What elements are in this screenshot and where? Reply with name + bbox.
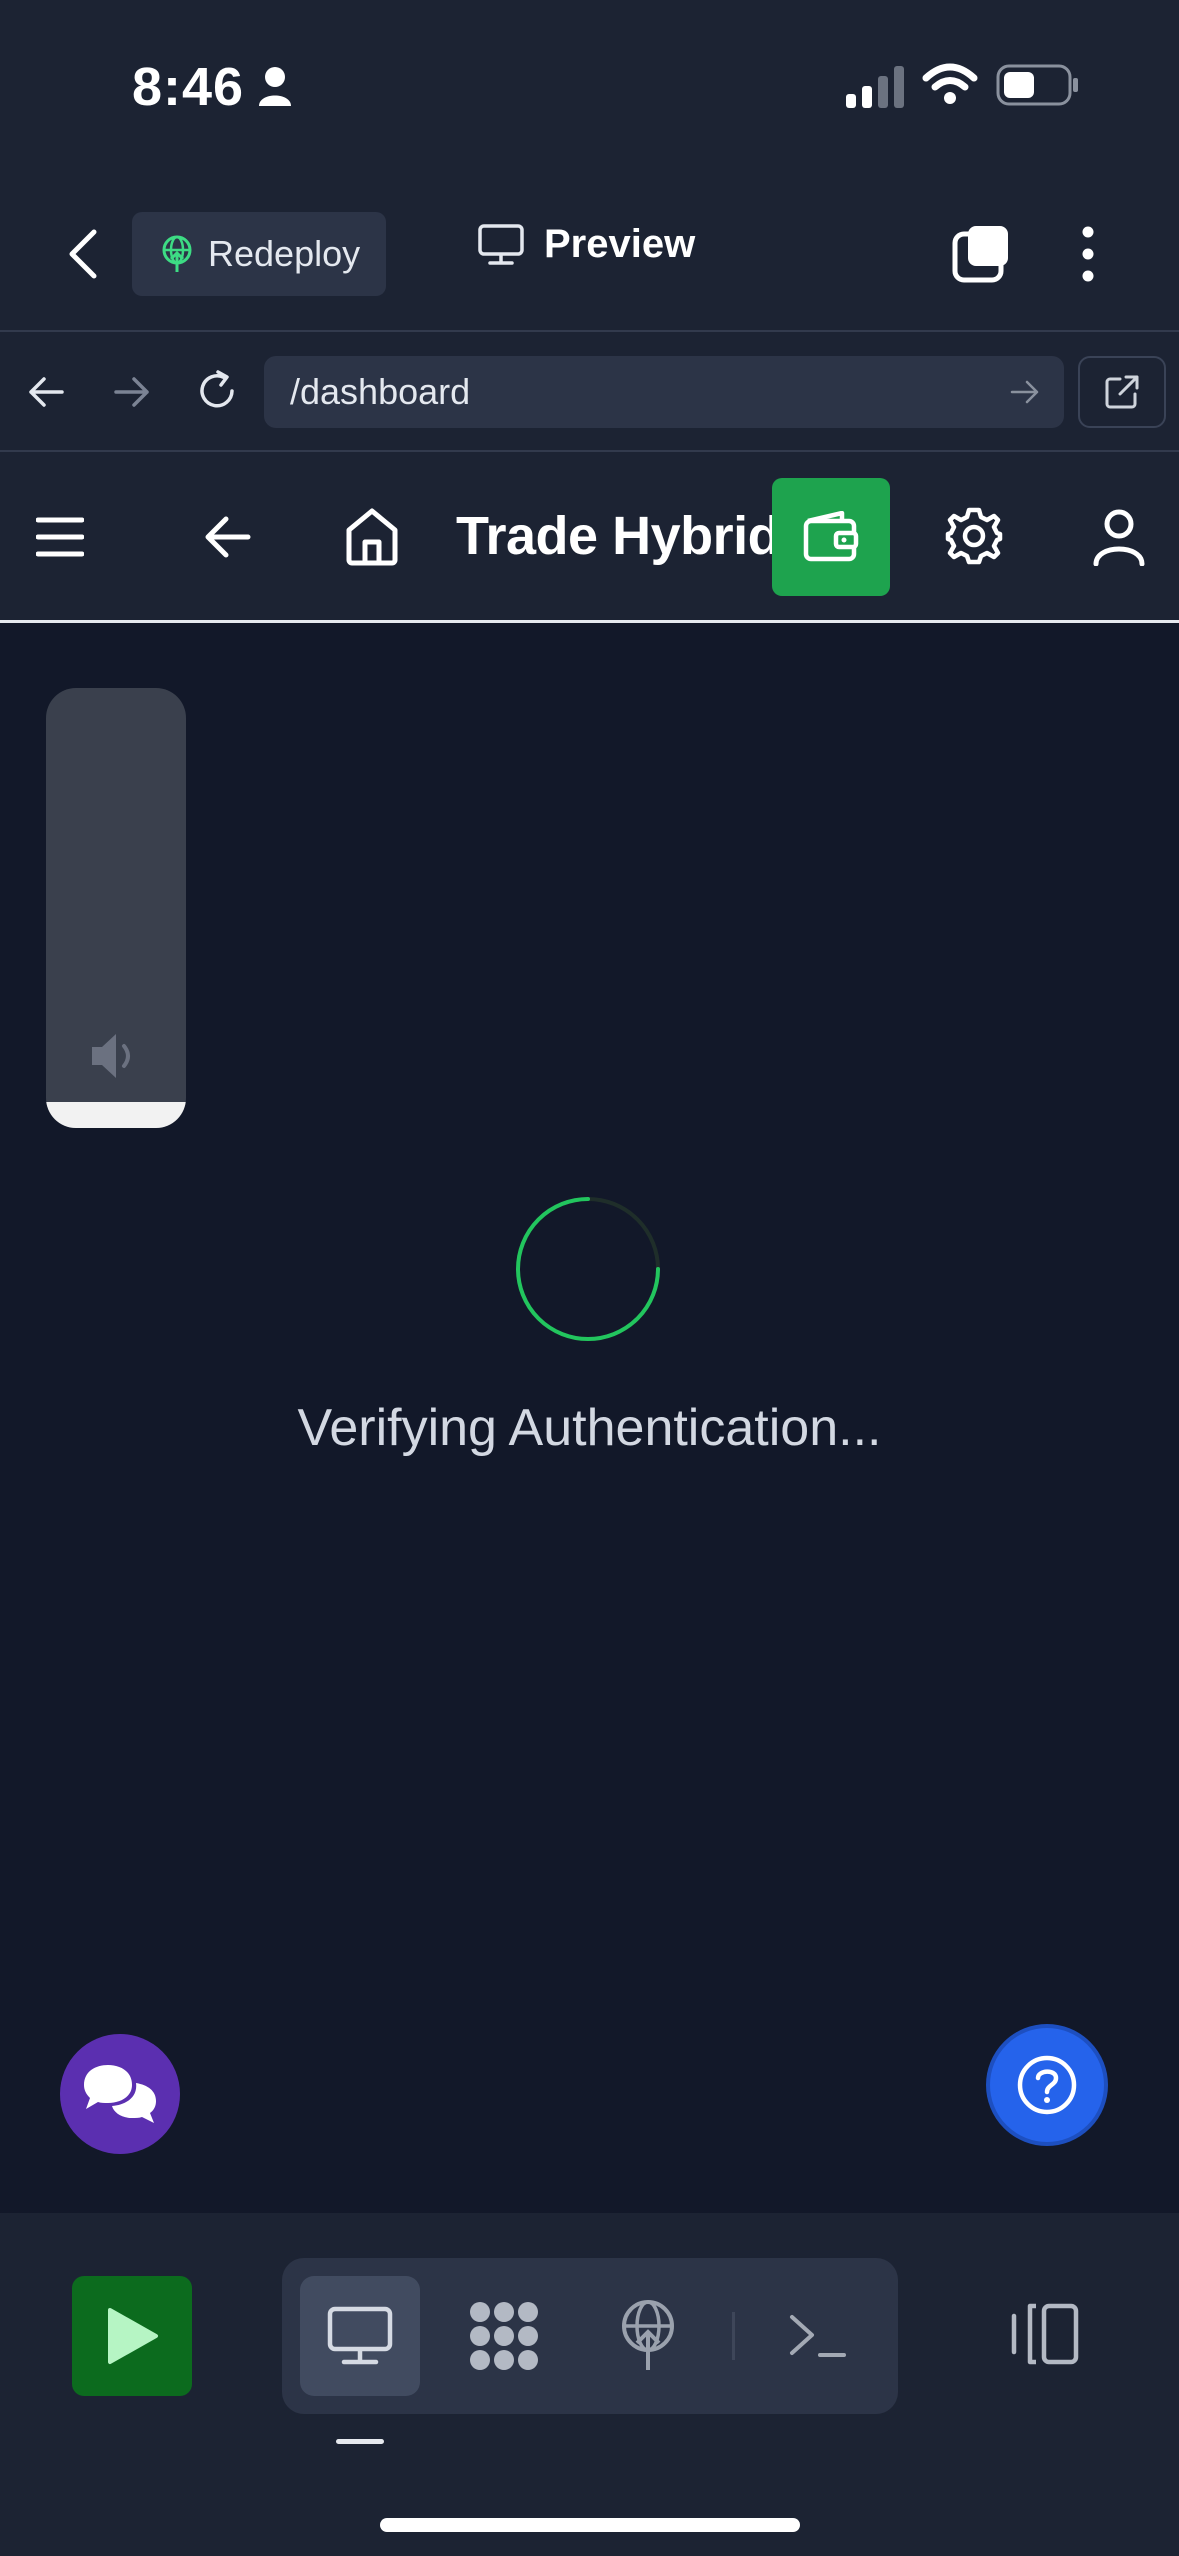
back-arrow-icon[interactable] (204, 512, 252, 562)
url-path: /dashboard (290, 371, 471, 412)
wallet-button[interactable] (772, 478, 890, 596)
tool-separator (732, 2312, 735, 2360)
wallet-icon (802, 511, 860, 563)
active-tab-indicator (336, 2439, 384, 2444)
deploy-tool-button[interactable] (588, 2276, 708, 2396)
browser-forward-icon[interactable] (112, 372, 152, 412)
webview-tool-button[interactable] (300, 2276, 420, 2396)
play-icon (104, 2306, 160, 2366)
go-arrow-icon[interactable] (1010, 378, 1040, 406)
chat-bubbles-icon (80, 2061, 160, 2127)
divider (0, 330, 1179, 332)
browser-back-icon[interactable] (26, 372, 66, 412)
user-icon[interactable] (1092, 508, 1146, 566)
apps-tool-button[interactable] (444, 2276, 564, 2396)
preview-tab[interactable]: Preview (478, 222, 695, 267)
settings-gear-icon[interactable] (944, 506, 1004, 566)
volume-slider[interactable] (46, 688, 186, 1128)
help-button[interactable] (986, 2024, 1108, 2146)
cellular-signal-icon (846, 64, 904, 108)
more-vertical-icon[interactable] (1080, 226, 1096, 282)
deploy-globe-icon (618, 2300, 678, 2372)
battery-icon (996, 64, 1080, 106)
home-icon[interactable] (344, 506, 400, 566)
status-time: 8:46 (132, 57, 245, 117)
app-title: Trade Hybrid (456, 506, 781, 566)
terminal-icon (788, 2311, 848, 2361)
chat-button[interactable] (60, 2034, 180, 2154)
menu-icon[interactable] (36, 516, 84, 558)
redeploy-button[interactable]: Redeploy (132, 212, 386, 296)
deploy-globe-icon (160, 235, 194, 273)
monitor-icon (327, 2306, 393, 2366)
volume-level-fill (46, 1102, 186, 1128)
redeploy-label: Redeploy (208, 233, 361, 274)
wifi-icon (922, 62, 978, 106)
open-external-button[interactable] (1078, 356, 1166, 428)
preview-label: Preview (544, 222, 696, 266)
run-button[interactable] (72, 2276, 192, 2396)
split-view-icon (1010, 2302, 1080, 2366)
url-input[interactable]: /dashboard (264, 356, 1064, 428)
shell-tool-button[interactable] (758, 2276, 878, 2396)
open-external-icon (1104, 374, 1140, 410)
loading-spinner (514, 1195, 662, 1343)
split-view-button[interactable] (1010, 2302, 1080, 2366)
back-chevron-icon[interactable] (64, 228, 104, 280)
monitor-icon (478, 223, 524, 266)
home-indicator[interactable] (380, 2518, 800, 2532)
speaker-icon (88, 1030, 144, 1082)
tabs-icon[interactable] (952, 224, 1012, 284)
loading-message: Verifying Authentication... (297, 1399, 882, 1457)
reload-icon[interactable] (194, 368, 240, 414)
apps-grid-icon (466, 2298, 542, 2374)
person-icon (258, 66, 292, 106)
help-question-icon (1015, 2053, 1079, 2117)
